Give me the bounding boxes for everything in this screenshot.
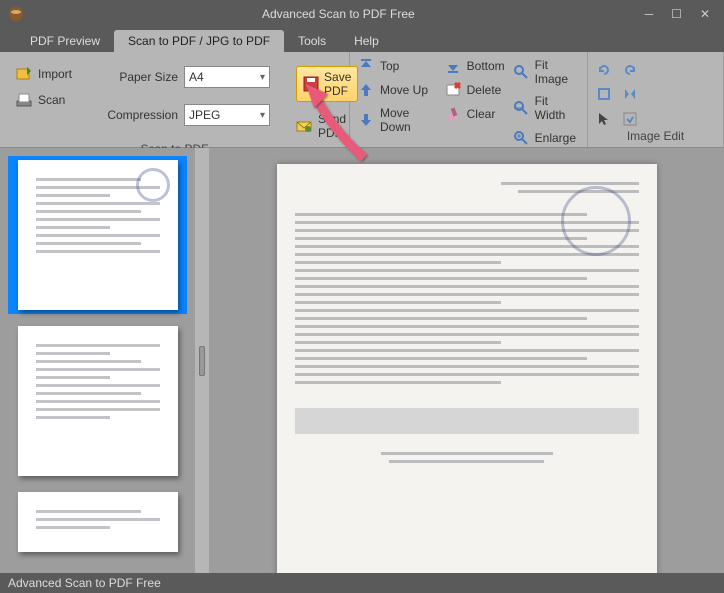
thumbnail-1[interactable] — [8, 156, 187, 314]
save-pdf-icon — [303, 76, 319, 92]
scan-button[interactable]: Scan — [16, 92, 65, 108]
window-title: Advanced Scan to PDF Free — [32, 7, 645, 21]
send-pdf-icon — [296, 118, 312, 134]
enlarge-button[interactable]: Enlarge — [513, 130, 579, 146]
fit-width-icon — [513, 100, 529, 116]
import-label: Import — [38, 67, 72, 81]
clear-button[interactable]: Clear — [445, 106, 505, 122]
titlebar: Advanced Scan to PDF Free ─ ☐ ✕ — [0, 0, 724, 28]
flip-icon[interactable] — [622, 86, 638, 102]
minimize-button[interactable]: ─ — [645, 7, 654, 21]
app-logo-icon — [8, 6, 24, 22]
fit-image-icon — [513, 64, 529, 80]
fit-image-button[interactable]: Fit Image — [513, 58, 579, 86]
rotate-left-icon[interactable] — [596, 62, 612, 78]
compression-select[interactable]: JPEG ▾ — [184, 104, 270, 126]
chevron-down-icon: ▾ — [260, 72, 265, 83]
tab-help[interactable]: Help — [340, 30, 393, 52]
paper-size-label: Paper Size — [98, 70, 178, 84]
crop-icon[interactable] — [596, 86, 612, 102]
preview-pane[interactable] — [209, 148, 724, 573]
compression-value: JPEG — [189, 108, 220, 122]
thumbnail-3[interactable] — [8, 488, 187, 556]
enlarge-icon — [513, 130, 529, 146]
ribbon: Import Scan Paper Size A4 ▾ — [0, 52, 724, 148]
move-down-icon — [358, 112, 374, 128]
fit-width-button[interactable]: Fit Width — [513, 94, 579, 122]
status-text: Advanced Scan to PDF Free — [8, 576, 161, 590]
splitter[interactable] — [195, 148, 209, 573]
thumbnail-2[interactable] — [8, 322, 187, 480]
thumbnail-pane[interactable] — [0, 148, 195, 573]
paper-size-value: A4 — [189, 70, 204, 84]
clear-icon — [445, 106, 461, 122]
maximize-button[interactable]: ☐ — [671, 7, 682, 21]
move-up-button[interactable]: Move Up — [358, 82, 437, 98]
cursor-icon[interactable] — [596, 111, 612, 127]
scan-icon — [16, 92, 32, 108]
tab-pdf-preview[interactable]: PDF Preview — [16, 30, 114, 52]
move-down-button[interactable]: Move Down — [358, 106, 437, 134]
import-icon — [16, 66, 32, 82]
delete-icon — [445, 82, 461, 98]
group-edit-label: Image Edit — [588, 127, 723, 147]
statusbar: Advanced Scan to PDF Free — [0, 573, 724, 593]
delete-button[interactable]: Delete — [445, 82, 505, 98]
move-up-icon — [358, 82, 374, 98]
tab-tools[interactable]: Tools — [284, 30, 340, 52]
close-button[interactable]: ✕ — [700, 7, 710, 21]
bottom-button[interactable]: Bottom — [445, 58, 505, 74]
ribbon-tabs: PDF Preview Scan to PDF / JPG to PDF Too… — [0, 28, 724, 52]
paper-size-select[interactable]: A4 ▾ — [184, 66, 270, 88]
import-button[interactable]: Import — [16, 66, 72, 82]
top-icon — [358, 58, 374, 74]
scan-label: Scan — [38, 93, 65, 107]
compression-label: Compression — [98, 108, 178, 122]
top-button[interactable]: Top — [358, 58, 437, 74]
page-preview — [277, 164, 657, 573]
chevron-down-icon: ▾ — [260, 110, 265, 121]
tab-scan-to-pdf[interactable]: Scan to PDF / JPG to PDF — [114, 30, 284, 52]
save-pdf-label: Save PDF — [324, 70, 351, 98]
bottom-icon — [445, 58, 461, 74]
rotate-right-icon[interactable] — [622, 62, 638, 78]
edit-more-icon[interactable] — [622, 111, 638, 127]
